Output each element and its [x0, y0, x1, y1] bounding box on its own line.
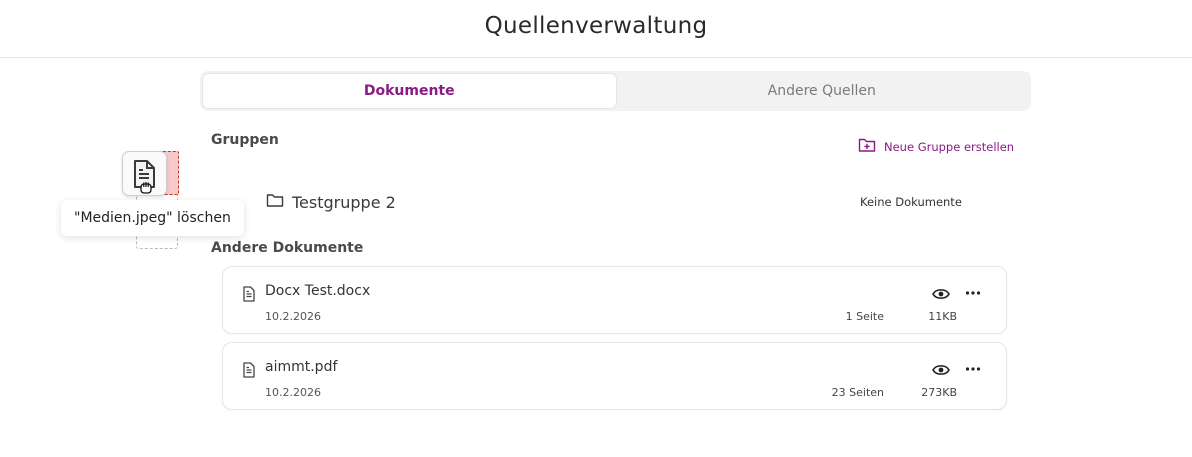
- eye-icon[interactable]: [932, 286, 950, 305]
- document-size: 11KB: [928, 310, 957, 323]
- document-card[interactable]: aimmt.pdf 10.2.2026 23 Seiten 273KB: [222, 342, 1007, 410]
- document-card[interactable]: Docx Test.docx 10.2.2026 1 Seite 11KB: [222, 266, 1007, 334]
- group-status: Keine Dokumente: [860, 195, 962, 209]
- document-date: 10.2.2026: [265, 386, 321, 399]
- document-pages: 23 Seiten: [831, 386, 884, 399]
- folder-icon: [266, 193, 284, 212]
- group-name: Testgruppe 2: [292, 192, 396, 212]
- groups-heading: Gruppen: [211, 132, 279, 148]
- source-tabs: Dokumente Andere Quellen: [200, 71, 1031, 111]
- eye-icon[interactable]: [932, 362, 950, 381]
- new-group-label: Neue Gruppe erstellen: [884, 139, 1015, 154]
- document-size: 273KB: [921, 386, 957, 399]
- grab-hand-cursor-icon: [139, 179, 153, 198]
- documents-heading: Andere Dokumente: [211, 240, 364, 256]
- document-date: 10.2.2026: [265, 310, 321, 323]
- folder-plus-icon: [858, 137, 876, 156]
- document-pages: 1 Seite: [845, 310, 884, 323]
- document-icon: [242, 362, 256, 382]
- page-title: Quellenverwaltung: [484, 12, 708, 39]
- tab-andere-quellen[interactable]: Andere Quellen: [616, 74, 1029, 108]
- new-group-button[interactable]: Neue Gruppe erstellen: [858, 137, 1014, 156]
- document-icon: [242, 286, 256, 306]
- more-options-icon[interactable]: [964, 284, 982, 306]
- tab-dokumente[interactable]: Dokumente: [203, 74, 616, 108]
- group-row[interactable]: Testgruppe 2 Keine Dokumente: [266, 190, 966, 214]
- more-options-icon[interactable]: [964, 360, 982, 382]
- document-name: Docx Test.docx: [265, 283, 371, 299]
- document-name: aimmt.pdf: [265, 359, 338, 375]
- delete-tooltip: "Medien.jpeg" löschen: [61, 200, 244, 236]
- dragged-file[interactable]: [122, 151, 167, 196]
- page-header: Quellenverwaltung: [0, 0, 1192, 58]
